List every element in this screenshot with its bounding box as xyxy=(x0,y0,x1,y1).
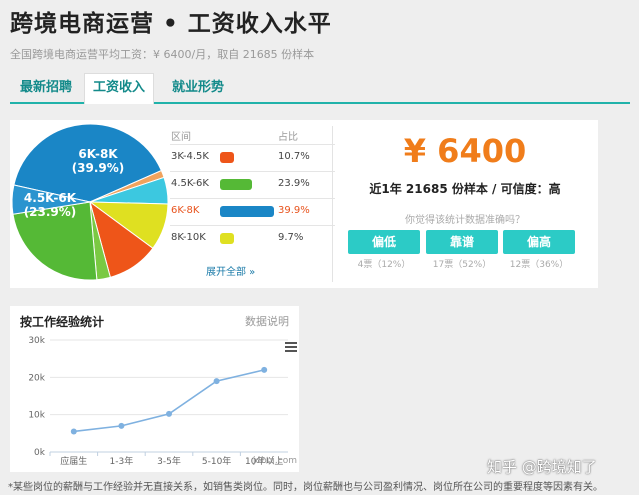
tab-bar: 最新招聘 工资收入 就业形势 xyxy=(10,73,630,104)
watermark: 知乎 @跨境知了 xyxy=(487,458,597,476)
data-point[interactable] xyxy=(118,422,125,429)
salary-distribution-card: 6K-8K (39.9%) 4.5K-6K (23.9%) 区间 占比 3K-4.5K… xyxy=(10,120,598,288)
legend-row[interactable]: 6K-8K 39.9% xyxy=(170,198,335,224)
data-point[interactable] xyxy=(213,378,220,385)
legend-percent: 23.9% xyxy=(278,178,310,189)
legend-header-range: 区间 xyxy=(171,132,191,143)
legend-percent: 39.9% xyxy=(278,205,310,216)
accuracy-question: 你觉得该统计数据准确吗？ xyxy=(405,215,525,226)
x-tick-label: 3-5年 xyxy=(157,455,181,467)
legend-range: 8K-10K xyxy=(171,232,206,243)
y-tick-label: 30k xyxy=(28,336,45,346)
footnote: *某些岗位的薪酬与工作经验并无直接关系，如销售类岗位。同时，岗位薪酬也与公司盈利… xyxy=(8,482,603,493)
page-title: 跨境电商运营 • 工资收入水平 xyxy=(10,11,332,37)
x-tick-label: 5-10年 xyxy=(202,455,231,467)
legend-bar xyxy=(220,233,234,244)
data-point[interactable] xyxy=(261,366,268,373)
tab-latest-jobs[interactable]: 最新招聘 xyxy=(20,74,72,102)
chart-credit: jobui.com xyxy=(252,456,297,466)
legend-bar xyxy=(220,179,252,190)
vote-high-count: 12票（36%） xyxy=(509,260,569,270)
legend-range: 4.5K-6K xyxy=(171,178,209,189)
salary-pie-chart: 6K-8K(39.9%) 4.5K-6K(23.9%) xyxy=(11,124,169,281)
experience-line-chart: 0k10k20k30k应届生 1-3年 3-5年 5-10年 10年以上 xyxy=(28,336,288,467)
vote-accurate-button[interactable]: 靠谱 xyxy=(426,230,498,254)
legend-percent: 10.7% xyxy=(278,151,310,162)
legend-row[interactable]: 8K-10K 9.7% xyxy=(170,225,335,251)
legend-row[interactable]: 4.5K-6K 23.9% xyxy=(170,171,335,197)
data-point[interactable] xyxy=(166,410,172,417)
tab-employment[interactable]: 就业形势 xyxy=(172,74,224,102)
expand-all-link[interactable]: 展开全部 » xyxy=(206,263,255,278)
x-tick-label: 1-3年 xyxy=(110,455,134,467)
data-point[interactable] xyxy=(70,428,77,435)
legend-range: 6K-8K xyxy=(171,205,200,216)
y-tick-label: 10k xyxy=(28,411,45,421)
legend-range: 3K-4.5K xyxy=(171,151,209,162)
vote-low-button[interactable]: 偏低 xyxy=(348,230,420,254)
average-salary: ¥ 6400 xyxy=(403,132,527,170)
vote-high-button[interactable]: 偏高 xyxy=(503,230,575,254)
series-line xyxy=(73,369,265,433)
legend-header-share: 占比 xyxy=(278,132,298,143)
sample-credibility: 近1年 21685 份样本 / 可信度：高 xyxy=(369,182,561,196)
y-tick-label: 20k xyxy=(28,373,45,383)
vote-low-count: 4票（12%） xyxy=(357,260,411,270)
pie-slice-label: 6K-8K xyxy=(78,147,118,161)
x-tick-label: 应届生 xyxy=(60,455,87,467)
vote-accurate-count: 17票（52%） xyxy=(432,260,492,270)
legend-row[interactable]: 3K-4.5K 10.7% xyxy=(170,144,335,170)
pie-slice-label: (39.9%) xyxy=(72,161,125,175)
pie-slice-label: 4.5K-6K xyxy=(24,191,77,205)
y-tick-label: 0k xyxy=(34,448,46,458)
page-subtitle: 全国跨境电商运营平均工资：¥ 6400/月，取自 21685 份样本 xyxy=(10,48,315,61)
legend-bar xyxy=(220,152,234,163)
experience-card: 按工作经验统计 数据说明 0k 10k 20k 30k 应届生 1-3年 3-5年 5-10年… xyxy=(10,306,299,472)
legend-percent: 9.7% xyxy=(278,232,304,243)
tab-salary[interactable]: 工资收入 xyxy=(84,73,155,104)
legend-bar xyxy=(220,206,274,217)
pie-slice-label: (23.9%) xyxy=(24,205,77,219)
